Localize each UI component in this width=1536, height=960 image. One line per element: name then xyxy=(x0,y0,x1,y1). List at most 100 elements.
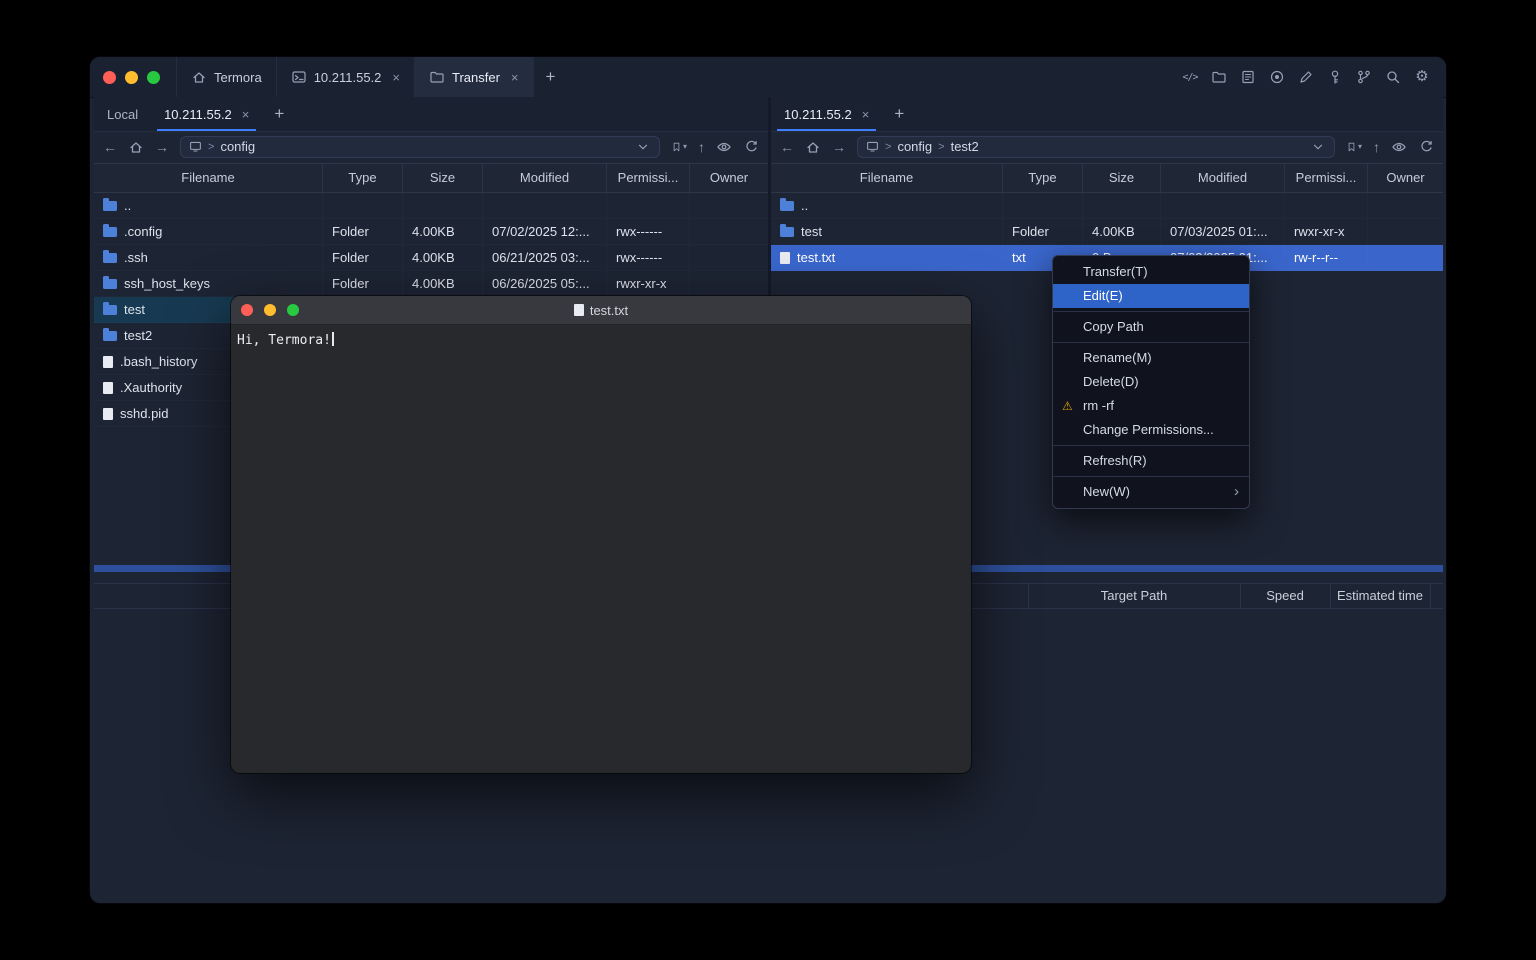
column-size[interactable]: Size xyxy=(403,164,483,192)
close-icon[interactable]: × xyxy=(242,107,250,122)
menu-item-rm-rf[interactable]: ⚠rm -rf xyxy=(1053,394,1249,418)
menu-item-delete[interactable]: Delete(D) xyxy=(1053,370,1249,394)
table-row[interactable]: .. xyxy=(94,193,768,219)
new-tab-button[interactable]: + xyxy=(534,57,568,97)
refresh-icon[interactable] xyxy=(743,139,759,155)
menu-item-refresh[interactable]: Refresh(R) xyxy=(1053,449,1249,473)
folder-icon xyxy=(780,227,794,237)
refresh-icon[interactable] xyxy=(1418,139,1434,155)
back-icon[interactable]: ← xyxy=(780,140,794,154)
path-segment[interactable]: config xyxy=(220,139,255,154)
record-icon[interactable] xyxy=(1269,69,1285,85)
tab-local[interactable]: Local xyxy=(94,97,151,131)
key-icon[interactable] xyxy=(1327,69,1343,85)
file-icon xyxy=(103,382,113,394)
new-tab-button[interactable]: + xyxy=(882,97,916,131)
column-type[interactable]: Type xyxy=(323,164,403,192)
close-window-button[interactable] xyxy=(103,71,116,84)
column-modified[interactable]: Modified xyxy=(483,164,607,192)
warning-icon: ⚠ xyxy=(1062,394,1073,418)
code-icon[interactable]: </> xyxy=(1182,69,1198,85)
column-filename[interactable]: Filename xyxy=(771,164,1003,192)
column-owner[interactable]: Owner xyxy=(690,164,768,192)
file-size xyxy=(1083,193,1161,218)
forward-icon[interactable]: → xyxy=(155,140,169,154)
editor-title: test.txt xyxy=(231,303,971,318)
minimize-window-button[interactable] xyxy=(264,304,276,316)
show-hidden-icon[interactable] xyxy=(716,139,732,155)
column-type[interactable]: Type xyxy=(1003,164,1083,192)
bookmark-icon[interactable]: ▾ xyxy=(671,139,687,155)
close-icon[interactable]: × xyxy=(511,70,519,85)
chevron-down-icon[interactable] xyxy=(1310,139,1326,155)
menu-item-edit[interactable]: Edit(E) xyxy=(1053,284,1249,308)
edit-icon[interactable] xyxy=(1298,69,1314,85)
close-icon[interactable]: × xyxy=(392,70,400,85)
file-owner xyxy=(690,219,768,244)
gear-icon[interactable]: ⚙ xyxy=(1414,69,1430,85)
home-icon[interactable] xyxy=(805,139,821,155)
zoom-window-button[interactable] xyxy=(287,304,299,316)
path-bar[interactable]: > config > test2 xyxy=(857,136,1335,158)
path-segment[interactable]: config xyxy=(897,139,932,154)
file-permissions: rwxr-xr-x xyxy=(1285,219,1368,244)
table-row[interactable]: .. xyxy=(771,193,1443,219)
column-permissions[interactable]: Permissi... xyxy=(607,164,690,192)
folder-icon xyxy=(103,279,117,289)
table-row[interactable]: .ssh Folder 4.00KB 06/21/2025 03:... rwx… xyxy=(94,245,768,271)
upload-icon[interactable]: ↑ xyxy=(698,140,705,154)
branch-icon[interactable] xyxy=(1356,69,1372,85)
table-row[interactable]: .config Folder 4.00KB 07/02/2025 12:... … xyxy=(94,219,768,245)
file-type xyxy=(323,193,403,218)
tab-remote-session[interactable]: 10.211.55.2 × xyxy=(771,97,882,131)
back-icon[interactable]: ← xyxy=(103,140,117,154)
table-row[interactable]: test Folder 4.00KB 07/03/2025 01:... rwx… xyxy=(771,219,1443,245)
table-row[interactable]: ssh_host_keys Folder 4.00KB 06/26/2025 0… xyxy=(94,271,768,297)
bookmark-icon[interactable]: ▾ xyxy=(1346,139,1362,155)
file-icon xyxy=(574,304,584,316)
column-target-path[interactable]: Target Path xyxy=(1028,584,1240,608)
menu-item-rename[interactable]: Rename(M) xyxy=(1053,346,1249,370)
tab-label: Transfer xyxy=(452,70,500,85)
column-size[interactable]: Size xyxy=(1083,164,1161,192)
column-modified[interactable]: Modified xyxy=(1161,164,1285,192)
column-speed[interactable]: Speed xyxy=(1240,584,1330,608)
show-hidden-icon[interactable] xyxy=(1391,139,1407,155)
close-icon[interactable]: × xyxy=(862,107,870,122)
file-modified: 07/02/2025 12:... xyxy=(483,219,607,244)
close-window-button[interactable] xyxy=(241,304,253,316)
home-icon[interactable] xyxy=(128,139,144,155)
log-icon[interactable] xyxy=(1240,69,1256,85)
folder-icon xyxy=(103,305,117,315)
search-icon[interactable] xyxy=(1385,69,1401,85)
menu-item-transfer[interactable]: Transfer(T) xyxy=(1053,260,1249,284)
menu-item-new[interactable]: New(W) › xyxy=(1053,480,1249,504)
column-filename[interactable]: Filename xyxy=(94,164,323,192)
chevron-down-icon[interactable] xyxy=(635,139,651,155)
tab-transfer[interactable]: Transfer × xyxy=(415,57,534,97)
upload-icon[interactable]: ↑ xyxy=(1373,140,1380,154)
column-permissions[interactable]: Permissi... xyxy=(1285,164,1368,192)
path-segment[interactable]: test2 xyxy=(951,139,979,154)
menu-item-label: New(W) xyxy=(1083,484,1130,499)
column-owner[interactable]: Owner xyxy=(1368,164,1443,192)
file-permissions: rwxr-xr-x xyxy=(607,271,690,296)
minimize-window-button[interactable] xyxy=(125,71,138,84)
menu-separator xyxy=(1053,445,1249,446)
tab-host[interactable]: 10.211.55.2 × xyxy=(277,57,415,97)
column-estimated-time[interactable]: Estimated time xyxy=(1330,584,1430,608)
forward-icon[interactable]: → xyxy=(832,140,846,154)
menu-item-change-permissions[interactable]: Change Permissions... xyxy=(1053,418,1249,442)
zoom-window-button[interactable] xyxy=(147,71,160,84)
editor-titlebar[interactable]: test.txt xyxy=(231,296,971,325)
menu-item-copy-path[interactable]: Copy Path xyxy=(1053,315,1249,339)
path-separator: > xyxy=(885,141,891,153)
file-size: 4.00KB xyxy=(403,219,483,244)
editor-content[interactable]: Hi, Termora! xyxy=(231,325,971,355)
new-tab-button[interactable]: + xyxy=(262,97,296,131)
path-bar[interactable]: > config xyxy=(180,136,660,158)
file-owner xyxy=(1368,219,1443,244)
folder-icon[interactable] xyxy=(1211,69,1227,85)
tab-termora[interactable]: Termora xyxy=(176,57,277,97)
tab-remote-session[interactable]: 10.211.55.2 × xyxy=(151,97,262,131)
